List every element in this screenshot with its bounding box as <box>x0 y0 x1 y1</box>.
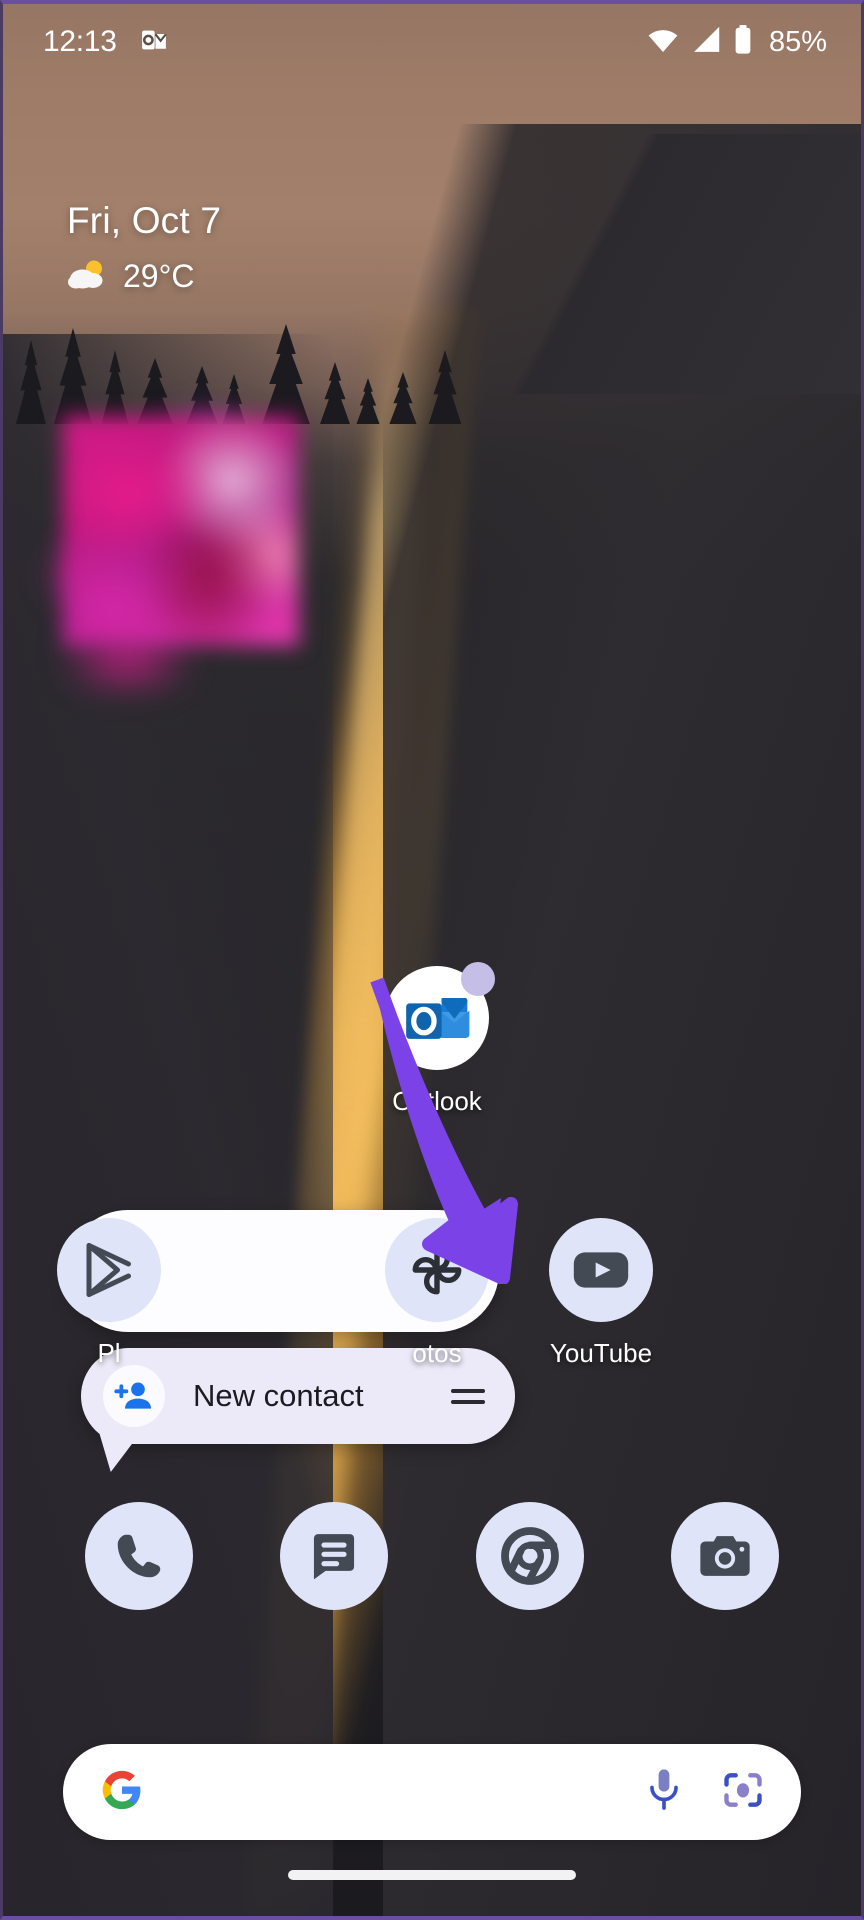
camera-icon[interactable] <box>671 1502 780 1610</box>
photos-widget[interactable] <box>63 416 299 646</box>
temperature-label: 29°C <box>123 258 195 294</box>
google-photos-icon[interactable] <box>385 1218 489 1322</box>
home-gesture-pill[interactable] <box>288 1870 576 1880</box>
battery-icon <box>733 24 753 60</box>
app-icon-photos[interactable]: otos <box>355 1218 519 1369</box>
date-weather-widget[interactable]: Fri, Oct 7 29°C <box>67 200 221 295</box>
phone-screen: 12:13 85% Fri, Oct 7 29°C Outlook Pl oto… <box>0 0 864 1920</box>
outlook-notification-icon[interactable] <box>139 25 169 60</box>
play-store-icon[interactable] <box>57 1218 161 1322</box>
phone-icon[interactable] <box>84 1502 193 1610</box>
google-g-icon <box>99 1767 145 1818</box>
messages-icon[interactable] <box>280 1502 389 1610</box>
app-label-photos: otos <box>412 1338 462 1368</box>
microphone-icon[interactable] <box>645 1766 683 1819</box>
app-icon-play-store[interactable]: Pl <box>27 1218 191 1369</box>
search-actions <box>645 1766 765 1819</box>
app-label-play-store: Pl <box>97 1338 121 1368</box>
wifi-icon <box>647 26 679 59</box>
dock <box>3 1502 861 1610</box>
status-bar[interactable]: 12:13 85% <box>3 4 861 80</box>
youtube-icon[interactable] <box>549 1218 653 1322</box>
date-label: Fri, Oct 7 <box>67 200 222 241</box>
status-bar-left: 12:13 <box>43 25 169 60</box>
app-icon-outlook[interactable]: Outlook <box>355 962 519 1117</box>
status-clock: 12:13 <box>43 25 117 58</box>
popup-shortcut-label: New contact <box>193 1378 364 1413</box>
add-person-icon <box>103 1365 165 1427</box>
partly-cloudy-icon <box>67 258 109 295</box>
battery-percent-label: 85% <box>768 25 827 58</box>
chrome-icon[interactable] <box>475 1502 584 1610</box>
wallpaper-rock-right-top <box>433 134 861 394</box>
app-label-youtube: YouTube <box>549 1338 653 1368</box>
drag-handle-icon[interactable] <box>451 1388 485 1404</box>
cellular-signal-icon <box>691 26 721 59</box>
status-bar-right: 85% <box>647 24 827 60</box>
outlook-badge-dot <box>461 962 495 996</box>
app-label-outlook: Outlook <box>392 1086 482 1116</box>
google-lens-icon[interactable] <box>721 1768 765 1817</box>
google-search-bar[interactable] <box>63 1744 801 1840</box>
outlook-icon[interactable] <box>385 962 495 1070</box>
weather-row[interactable]: 29°C <box>67 258 221 295</box>
app-icon-youtube[interactable]: YouTube <box>519 1218 683 1369</box>
